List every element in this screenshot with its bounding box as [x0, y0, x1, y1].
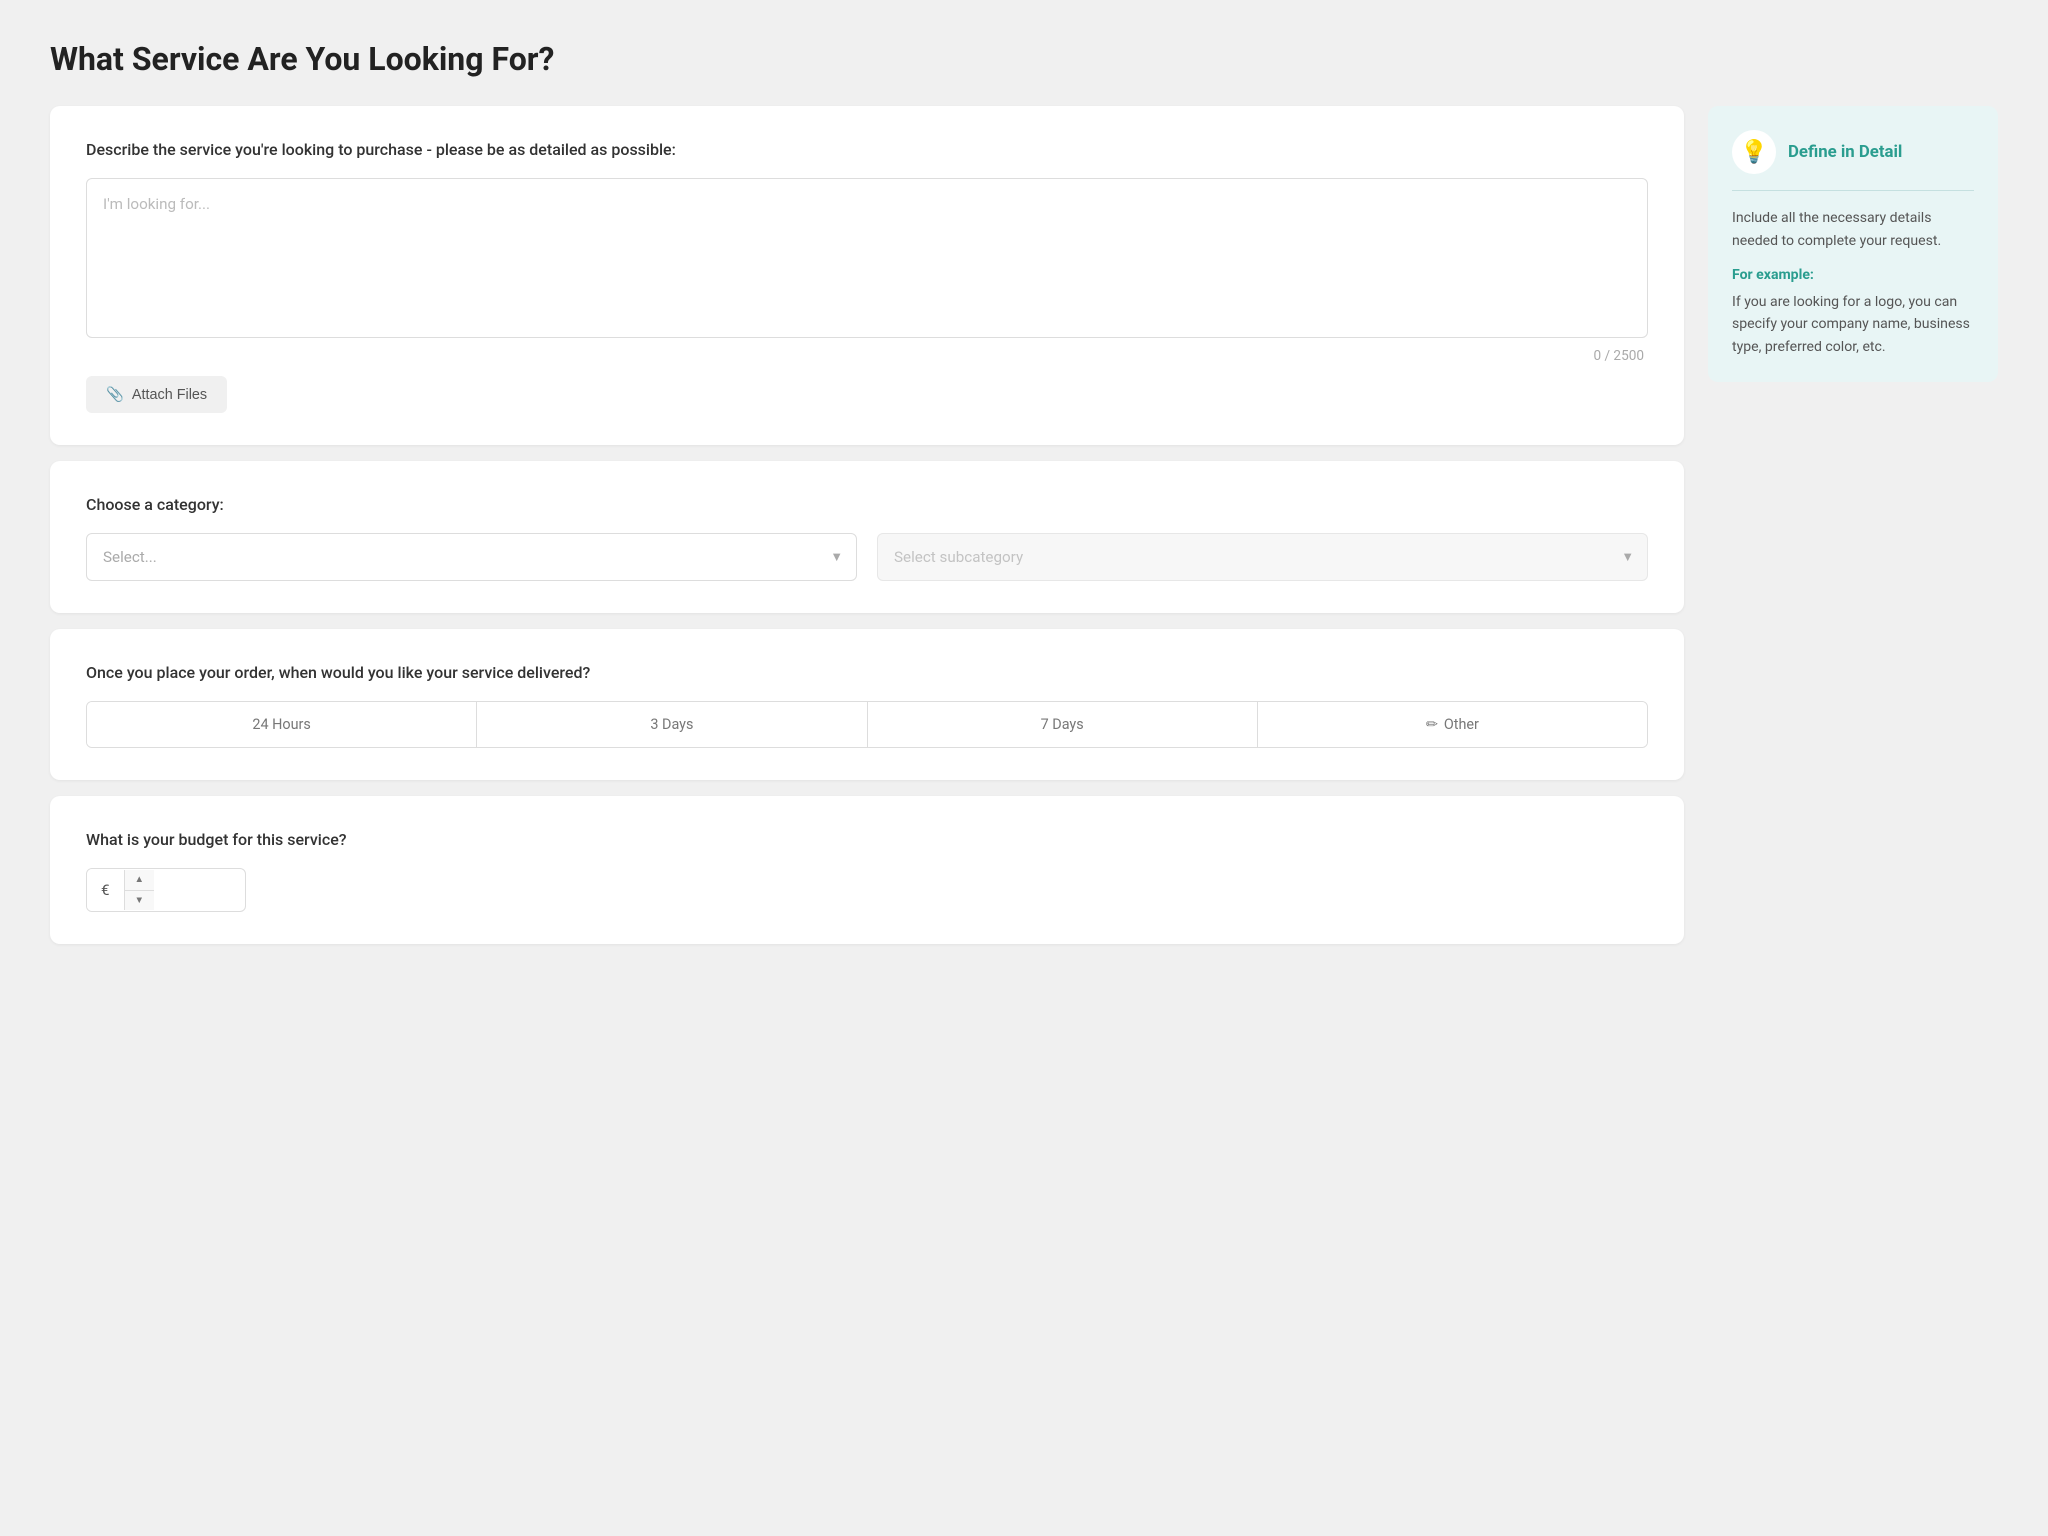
lightbulb-icon: 💡	[1740, 139, 1768, 165]
info-card-title: Define in Detail	[1788, 142, 1902, 162]
delivery-option-7days[interactable]: 7 Days	[868, 702, 1258, 747]
delivery-option-24h[interactable]: 24 Hours	[87, 702, 477, 747]
paperclip-icon: 📎	[106, 386, 124, 403]
category-select-wrapper: Select... ▼	[86, 533, 857, 581]
category-label: Choose a category:	[86, 493, 1648, 517]
delivery-other-label: Other	[1444, 716, 1479, 733]
currency-symbol: €	[87, 869, 124, 911]
right-sidebar: 💡 Define in Detail Include all the neces…	[1708, 106, 1998, 382]
page-title: What Service Are You Looking For?	[50, 40, 1998, 78]
subcategory-select[interactable]: Select subcategory	[877, 533, 1648, 581]
char-count: 0 / 2500	[86, 348, 1648, 364]
description-label: Describe the service you're looking to p…	[86, 138, 1648, 162]
budget-spinners: ▲ ▼	[124, 870, 155, 910]
attach-files-button[interactable]: 📎 Attach Files	[86, 376, 227, 413]
budget-input-wrapper: € ▲ ▼	[86, 868, 246, 912]
budget-label: What is your budget for this service?	[86, 828, 1648, 852]
budget-increment-button[interactable]: ▲	[125, 870, 155, 891]
delivery-7days-label: 7 Days	[1041, 716, 1084, 733]
description-textarea[interactable]	[86, 178, 1648, 338]
delivery-24h-label: 24 Hours	[252, 716, 310, 733]
info-card-body: Include all the necessary details needed…	[1732, 207, 1974, 358]
delivery-card: Once you place your order, when would yo…	[50, 629, 1684, 780]
budget-card: What is your budget for this service? € …	[50, 796, 1684, 944]
delivery-options-group: 24 Hours 3 Days 7 Days ✏ Other	[86, 701, 1648, 748]
subcategory-select-wrapper: Select subcategory ▼	[877, 533, 1648, 581]
lightbulb-icon-wrapper: 💡	[1732, 130, 1776, 174]
delivery-3days-label: 3 Days	[650, 716, 693, 733]
budget-decrement-button[interactable]: ▼	[125, 891, 155, 911]
delivery-option-3days[interactable]: 3 Days	[477, 702, 867, 747]
info-card: 💡 Define in Detail Include all the neces…	[1708, 106, 1998, 382]
for-example-label: For example:	[1732, 264, 1974, 287]
pencil-icon: ✏	[1426, 716, 1438, 733]
example-text: If you are looking for a logo, you can s…	[1732, 291, 1974, 359]
info-card-header: 💡 Define in Detail	[1732, 130, 1974, 191]
description-card: Describe the service you're looking to p…	[50, 106, 1684, 445]
delivery-option-other[interactable]: ✏ Other	[1258, 702, 1647, 747]
attach-files-label: Attach Files	[132, 387, 207, 403]
delivery-label: Once you place your order, when would yo…	[86, 661, 1648, 685]
category-select[interactable]: Select...	[86, 533, 857, 581]
category-card: Choose a category: Select... ▼ Select su…	[50, 461, 1684, 613]
info-card-description: Include all the necessary details needed…	[1732, 207, 1974, 252]
